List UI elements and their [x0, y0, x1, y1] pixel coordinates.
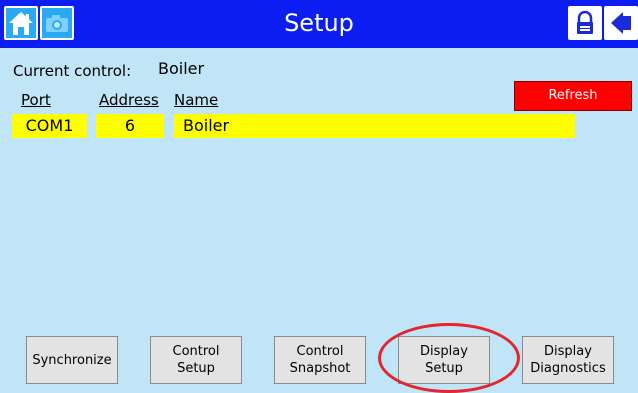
lock-button[interactable]	[568, 6, 602, 40]
refresh-button[interactable]: Refresh	[514, 81, 632, 111]
back-icon	[611, 12, 631, 34]
control-setup-button[interactable]: Control Setup	[150, 336, 242, 384]
synchronize-button[interactable]: Synchronize	[26, 336, 118, 384]
page-title: Setup	[284, 9, 354, 37]
back-button[interactable]	[604, 6, 638, 40]
control-snapshot-button[interactable]: Control Snapshot	[274, 336, 366, 384]
display-setup-button[interactable]: Display Setup	[398, 336, 490, 384]
display-diagnostics-button[interactable]: Display Diagnostics	[522, 336, 614, 384]
row-address-cell[interactable]: 6	[96, 114, 164, 138]
current-control-value: Boiler	[158, 59, 205, 78]
top-bar: Setup	[0, 0, 638, 48]
column-header-address: Address	[99, 91, 159, 109]
column-header-name: Name	[174, 91, 219, 109]
current-control-label: Current control:	[13, 62, 132, 80]
row-name-cell[interactable]: Boiler	[174, 114, 575, 138]
row-port-cell[interactable]: COM1	[12, 114, 87, 138]
column-header-port: Port	[21, 91, 51, 109]
lock-icon	[577, 10, 593, 34]
